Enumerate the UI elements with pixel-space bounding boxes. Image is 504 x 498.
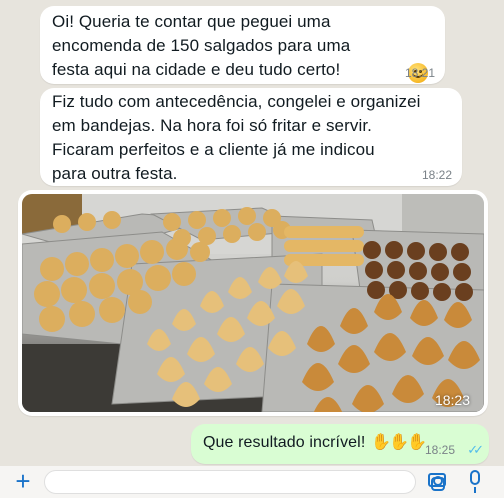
clapping-hands-emoji-icon: ✋	[371, 434, 391, 451]
clapping-hands-emoji-icon: ✋	[407, 434, 427, 451]
message-bubble-outgoing[interactable]: Que resultado incrível! ✋ ✋ ✋ 18:25 ✓✓	[191, 424, 489, 464]
read-ticks-icon: ✓✓	[467, 442, 484, 457]
message-composer: +	[0, 466, 504, 498]
message-bubble-incoming[interactable]: Oi! Queria te contar que peguei uma enco…	[40, 6, 445, 84]
message-text: Que resultado incrível!	[203, 434, 366, 451]
message-time: 18:25	[424, 443, 455, 457]
message-time: 18:23	[434, 392, 470, 408]
clapping-hands-emoji-icon: ✋	[389, 434, 409, 451]
message-time: 18:21	[404, 66, 435, 80]
message-bubble-image[interactable]: 18:23	[18, 190, 488, 416]
photo-illustration	[22, 194, 484, 412]
message-time: 18:22	[421, 168, 452, 182]
message-text: Oi! Queria te contar que peguei uma enco…	[52, 12, 351, 79]
microphone-icon[interactable]	[470, 470, 480, 493]
message-text: Fiz tudo com antecedência, congelei e or…	[52, 92, 421, 183]
message-input[interactable]	[44, 470, 445, 494]
message-bubble-incoming[interactable]: Fiz tudo com antecedência, congelei e or…	[40, 88, 462, 186]
camera-icon[interactable]	[428, 473, 446, 487]
plus-icon[interactable]: +	[10, 468, 36, 494]
trays-of-salgados-photo[interactable]	[22, 194, 484, 412]
